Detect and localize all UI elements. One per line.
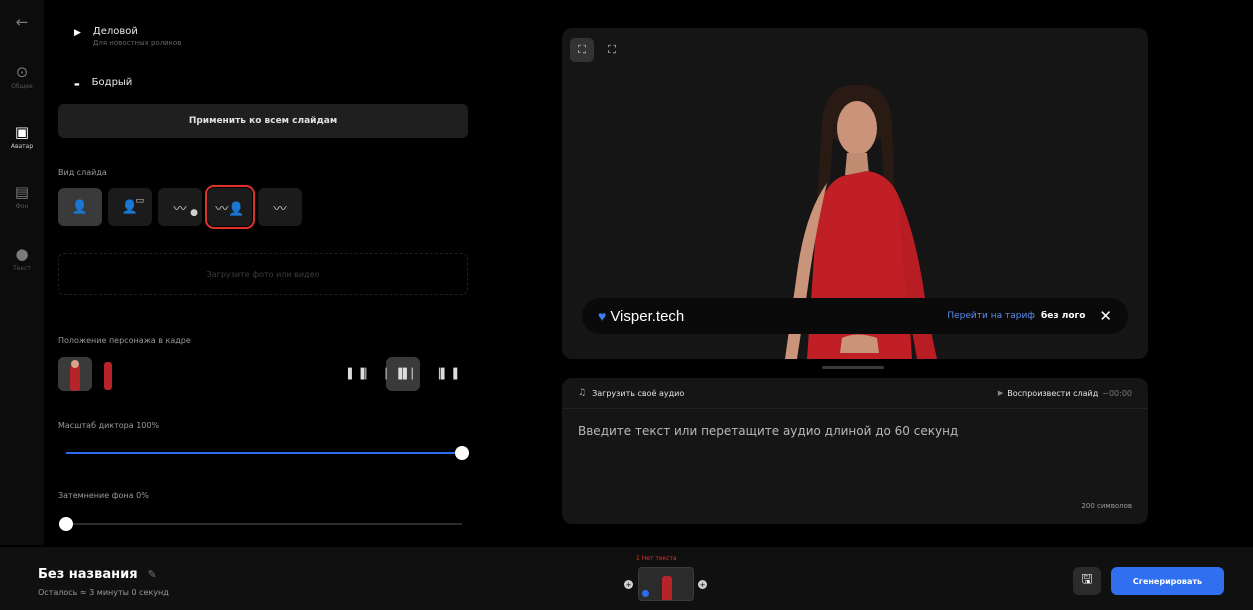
arrow-left-icon: ←	[15, 13, 29, 31]
style-option-business[interactable]: ▶ Деловой Для новостных роликов	[74, 26, 181, 47]
scale-label: Масштаб диктора 100%	[58, 421, 160, 430]
play-slide-label: Воспроизвести слайд	[1007, 388, 1099, 398]
position-left-button[interactable]: ▌▐▏	[344, 357, 378, 391]
align-center-icon: ▏▐▌▏	[385, 368, 421, 380]
no-logo-text: без лого	[1041, 311, 1086, 321]
avatar-thumbnail-image	[58, 357, 92, 391]
slide-badge-icon	[642, 590, 649, 597]
avatar-settings-panel: ▶ Деловой Для новостных роликов ▬ Бодрый…	[44, 0, 490, 545]
fullscreen-button[interactable]: ⛶	[600, 38, 624, 62]
background-icon: ▤	[14, 183, 30, 201]
image-icon: ▭	[135, 196, 144, 206]
position-right-button[interactable]: ▕▌▐	[428, 357, 462, 391]
slider-track	[66, 523, 462, 525]
collapse-icon: ▬	[74, 81, 80, 88]
play-triangle-icon: ▶	[74, 28, 81, 38]
duration: ~00:00	[1102, 388, 1132, 398]
tariff-link[interactable]: Перейти на тариф	[947, 311, 1035, 321]
play-icon: ▶	[997, 389, 1004, 397]
style-name: Бодрый	[91, 77, 133, 88]
music-note-icon: ♫	[578, 388, 587, 398]
dim-label: Затемнение фона 0%	[58, 491, 149, 500]
position-label: Положение персонажа в кадре	[58, 336, 191, 345]
fullscreen-icon: ⛶	[608, 43, 616, 56]
text-circle-icon: ●	[15, 245, 29, 263]
rail-item-background[interactable]: ▤ Фон	[0, 184, 44, 210]
align-left-icon: ▌▐▏	[347, 368, 375, 380]
avatar-icon: ▣	[14, 123, 30, 141]
brand-name: Visper.tech	[610, 307, 685, 325]
divider	[562, 408, 1148, 409]
upload-photo-dropzone[interactable]: Загрузите фото или видео	[58, 253, 468, 295]
slide-type-avatar-image[interactable]: 👤 ▭	[108, 188, 152, 226]
script-textarea[interactable]: Введите текст или перетащите аудио длино…	[578, 424, 958, 438]
slider-knob[interactable]	[59, 517, 73, 531]
project-title[interactable]: Без названия	[38, 567, 138, 582]
avatar-badge-icon: ●	[190, 208, 198, 218]
settings-circle-icon: ⊙	[15, 63, 29, 81]
slide-avatar-figure	[662, 576, 672, 600]
rail-item-general[interactable]: ⊙ Общее	[0, 64, 44, 90]
rail-item-label: Текст	[13, 265, 31, 272]
script-editor: ♫ Загрузить своё аудио ▶ Воспроизвести с…	[562, 378, 1148, 524]
slide-type-background-only[interactable]: 〰	[258, 188, 302, 226]
play-slide-button[interactable]: ▶ Воспроизвести слайд ~00:00	[998, 389, 1132, 398]
add-slide-before-button[interactable]: +	[624, 580, 633, 589]
video-preview: ⛶ ⛶ ♥ Visper.tech Перейти на тариф без л…	[562, 28, 1148, 359]
background-badge-icon: 〰	[173, 201, 187, 217]
person-icon: 👤	[71, 199, 89, 215]
close-icon[interactable]: ✕	[1099, 307, 1112, 325]
position-center-button[interactable]: ▏▐▌▏	[386, 357, 420, 391]
dim-slider[interactable]	[59, 517, 462, 531]
slider-fill	[66, 452, 462, 454]
plus-icon: +	[625, 580, 632, 589]
style-option-energetic[interactable]: ▬ Бодрый	[74, 77, 132, 88]
background-avatar-icon: 〰👤	[215, 201, 245, 217]
add-slide-after-button[interactable]: +	[698, 580, 707, 589]
slide-thumbnail[interactable]	[638, 567, 694, 601]
watermark-banner: ♥ Visper.tech Перейти на тариф без лого …	[582, 298, 1128, 334]
generate-button[interactable]: Сгенерировать	[1111, 567, 1224, 595]
rail-item-avatar[interactable]: ▣ Аватар	[0, 124, 44, 150]
avatar-thumbnail[interactable]	[58, 357, 92, 391]
position-selector: ▌▐▏ ▏▐▌▏ ▕▌▐	[344, 357, 462, 391]
scale-slider[interactable]	[66, 446, 469, 460]
fit-frame-button[interactable]: ⛶	[570, 38, 594, 62]
rail-item-text[interactable]: ● Текст	[0, 246, 44, 272]
brand-logo: ♥ Visper.tech	[598, 308, 684, 325]
char-count: 200 символов	[1081, 502, 1132, 510]
heart-icon: ♥	[598, 308, 607, 324]
slide-type-background-avatar[interactable]: 〰👤	[205, 185, 255, 229]
slide-type-selector: 👤 👤 ▭ 〰 ● 〰👤 〰	[58, 185, 302, 229]
left-rail: ← ⊙ Общее ▣ Аватар ▤ Фон ● Текст	[0, 0, 44, 545]
rail-item-label: Общее	[11, 83, 33, 90]
slide-type-avatar[interactable]: 👤	[58, 188, 102, 226]
style-subtitle: Для новостных роликов	[92, 39, 182, 47]
slide-warning-label: 1 Нет текста	[636, 555, 677, 562]
remaining-time: Осталось ≈ 3 минуты 0 секунд	[38, 588, 169, 597]
avatar-full-figure	[104, 362, 112, 390]
slide-strip: 1 Нет текста + +	[624, 555, 708, 605]
upload-audio-button[interactable]: Загрузить своё аудио	[592, 389, 684, 398]
apply-all-slides-button[interactable]: Применить ко всем слайдам	[58, 104, 468, 138]
floppy-disk-icon: 🖫	[1081, 572, 1093, 587]
plus-icon: +	[699, 580, 706, 589]
pencil-icon[interactable]: ✎	[148, 568, 157, 581]
style-name: Деловой	[92, 26, 138, 37]
rail-item-label: Аватар	[10, 143, 34, 150]
align-right-icon: ▕▌▐	[431, 368, 459, 380]
slider-knob[interactable]	[455, 446, 469, 460]
save-button[interactable]: 🖫	[1073, 567, 1101, 595]
resize-handle[interactable]	[822, 366, 884, 369]
slide-type-background-badge[interactable]: 〰 ●	[158, 188, 202, 226]
fit-frame-icon: ⛶	[578, 43, 586, 56]
back-button[interactable]: ←	[0, 14, 44, 30]
rail-item-label: Фон	[15, 203, 29, 210]
slide-type-label: Вид слайда	[58, 168, 107, 177]
bottom-bar: Без названия ✎ Осталось ≈ 3 минуты 0 сек…	[0, 547, 1253, 610]
background-only-icon: 〰	[273, 201, 287, 217]
